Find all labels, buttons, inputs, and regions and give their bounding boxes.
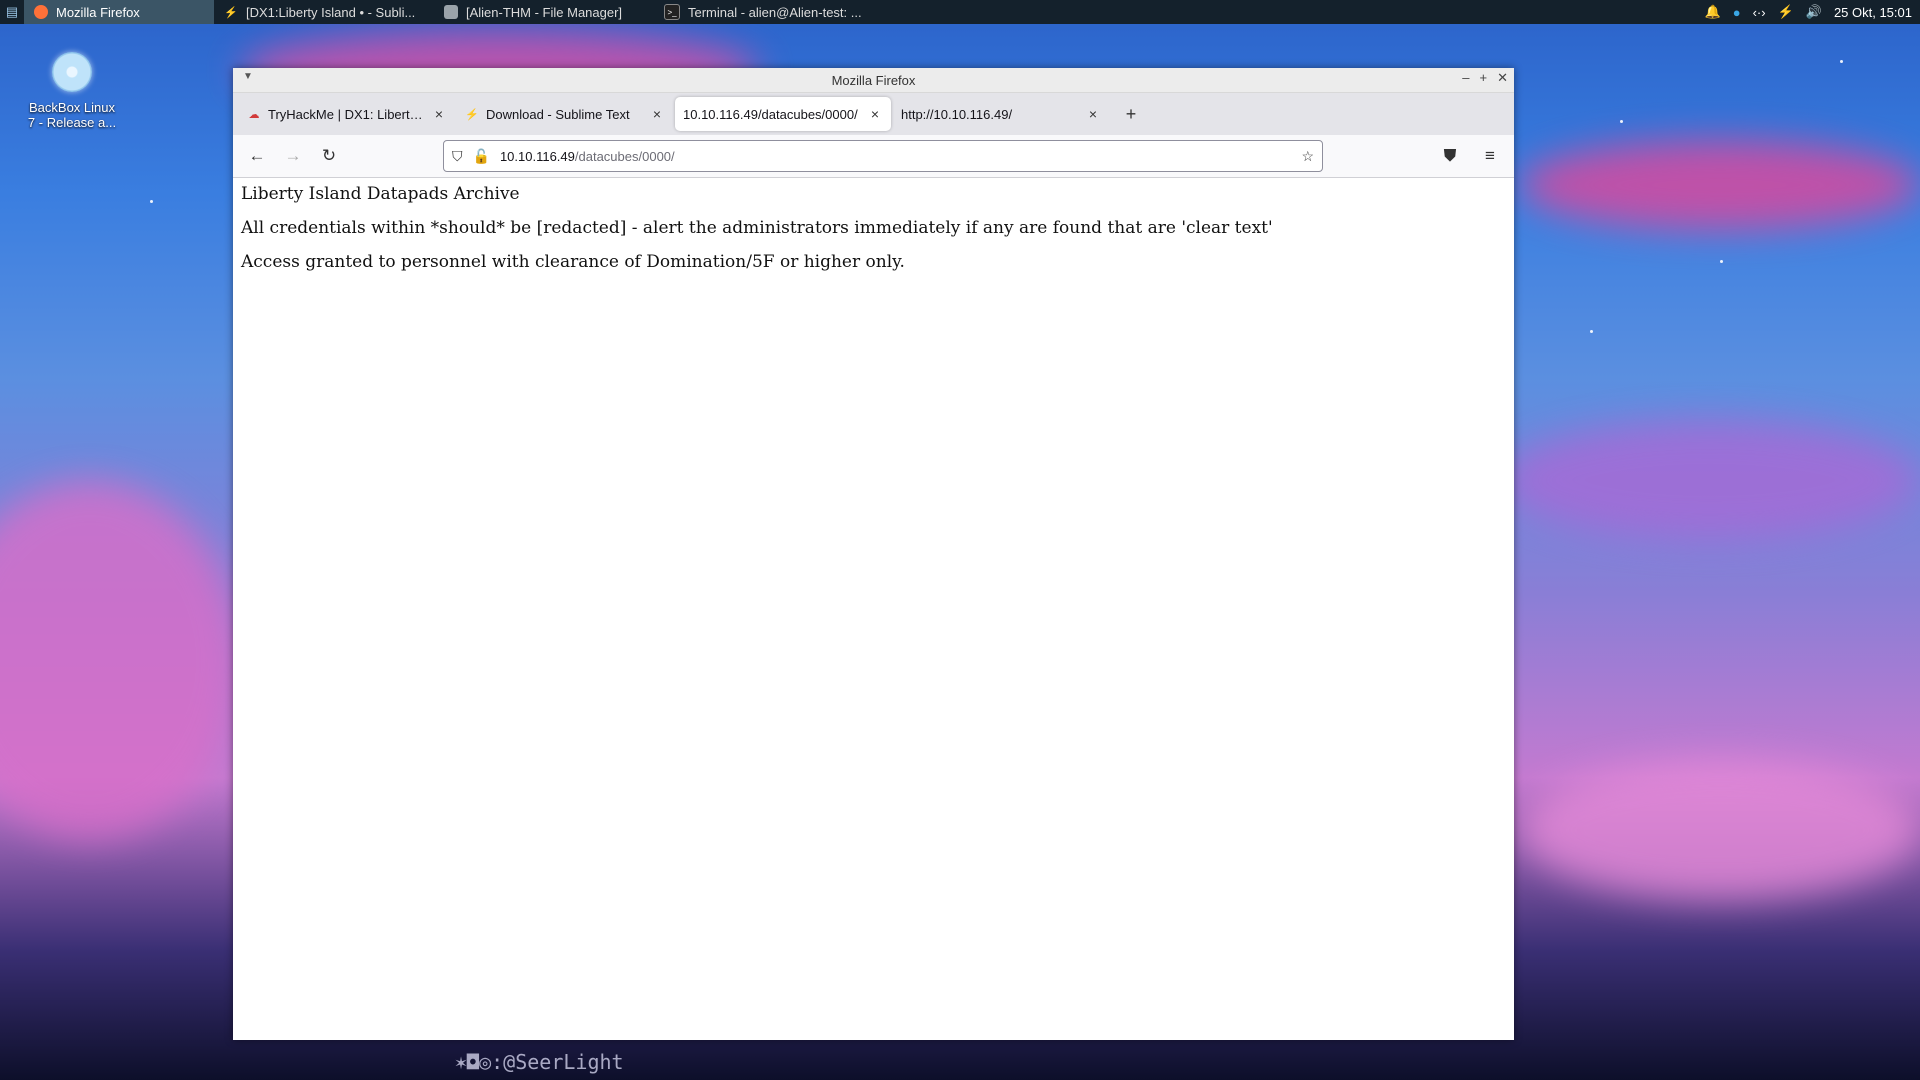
tab-title: http://10.10.116.49/ [901, 106, 1013, 122]
firefox-icon [34, 5, 48, 19]
star [1840, 60, 1843, 63]
tab-title: Download - Sublime Text [486, 106, 630, 122]
task-label: Mozilla Firefox [56, 4, 140, 20]
tab-title: 10.10.116.49/datacubes/0000/ [683, 106, 858, 122]
telegram-icon[interactable]: ● [1733, 5, 1741, 20]
sky-streak [1500, 420, 1920, 540]
url-text[interactable]: 10.10.116.49/datacubes/0000/ [500, 149, 1292, 164]
tab-close-icon[interactable]: × [1085, 106, 1101, 122]
page-line-access: Access granted to personnel with clearan… [241, 252, 905, 272]
page-line-credentials: All credentials within *should* be [reda… [241, 218, 1273, 238]
tab-datacubes[interactable]: 10.10.116.49/datacubes/0000/ × [675, 97, 891, 131]
tab-close-icon[interactable]: × [867, 106, 883, 122]
bookmark-star-icon[interactable]: ☆ [1301, 148, 1314, 165]
star [1590, 330, 1593, 333]
insecure-lock-icon[interactable]: 🔓 [473, 148, 490, 165]
desktop-icon-backbox[interactable]: BackBox Linux 7 - Release a... [22, 52, 122, 130]
tab-bar: ☁ TryHackMe | DX1: Liberty Isla × ⚡ Down… [233, 93, 1514, 135]
maximize-icon[interactable]: + [1480, 70, 1488, 86]
sublime-icon: ⚡ [224, 6, 238, 19]
pocket-icon[interactable]: ⛊ [1434, 140, 1466, 172]
new-tab-button[interactable]: + [1117, 100, 1145, 128]
power-icon[interactable]: ⚡ [1778, 4, 1794, 20]
task-label: [Alien-THM - File Manager] [466, 4, 623, 20]
cherry-tree [0, 480, 240, 840]
shield-icon[interactable]: ⛉ [452, 148, 463, 165]
window-title: Mozilla Firefox [831, 72, 916, 88]
page-content: Liberty Island Datapads Archive All cred… [233, 178, 1514, 292]
minimize-icon[interactable]: – [1462, 70, 1469, 86]
applications-menu-icon[interactable]: ▤ [0, 0, 24, 24]
hamburger-menu-icon[interactable]: ≡ [1474, 140, 1506, 172]
url-path: /datacubes/0000/ [574, 148, 675, 164]
clock[interactable]: 25 Okt, 15:01 [1834, 5, 1912, 20]
taskbar-item-sublime[interactable]: ⚡ [DX1:Liberty Island • - Subli... [214, 0, 434, 24]
system-tray: 🔔 ● ‹·› ⚡ 🔊 25 Okt, 15:01 [1705, 4, 1920, 20]
forward-button[interactable]: → [277, 140, 309, 172]
navigation-toolbar: ← → ↻ ⛉ 🔓 10.10.116.49/datacubes/0000/ ☆… [233, 135, 1514, 178]
watermark-text: @SeerLight [503, 1050, 624, 1074]
reload-button[interactable]: ↻ [313, 140, 345, 172]
network-icon[interactable]: ‹·› [1753, 5, 1766, 20]
top-panel: ▤ Mozilla Firefox ⚡ [DX1:Liberty Island … [0, 0, 1920, 24]
taskbar-item-terminal[interactable]: >_ Terminal - alien@Alien-test: ... [654, 0, 884, 24]
close-icon[interactable]: ✕ [1497, 70, 1508, 86]
folder-icon [444, 5, 458, 19]
firefox-window: ▼ Mozilla Firefox – + ✕ ☁ TryHackMe | DX… [233, 68, 1514, 1040]
terminal-icon: >_ [664, 4, 680, 20]
tryhackme-icon: ☁ [248, 108, 260, 121]
tab-sublime-download[interactable]: ⚡ Download - Sublime Text × [457, 97, 673, 131]
window-titlebar[interactable]: ▼ Mozilla Firefox – + ✕ [233, 68, 1514, 93]
tab-close-icon[interactable]: × [649, 106, 665, 122]
tab-close-icon[interactable]: × [431, 106, 447, 122]
task-label: Terminal - alien@Alien-test: ... [688, 4, 862, 20]
back-button[interactable]: ← [241, 140, 273, 172]
sublime-icon: ⚡ [465, 108, 479, 121]
taskbar-item-firefox[interactable]: Mozilla Firefox [24, 0, 214, 24]
tab-root[interactable]: http://10.10.116.49/ × [893, 97, 1109, 131]
star [150, 200, 153, 203]
tab-tryhackme[interactable]: ☁ TryHackMe | DX1: Liberty Isla × [239, 97, 455, 131]
tab-title: TryHackMe | DX1: Liberty Isla [268, 106, 424, 122]
url-host: 10.10.116.49 [499, 148, 575, 164]
task-label: [DX1:Liberty Island • - Subli... [246, 4, 416, 20]
star [1720, 260, 1723, 263]
url-bar[interactable]: ⛉ 🔓 10.10.116.49/datacubes/0000/ ☆ [443, 140, 1323, 172]
volume-icon[interactable]: 🔊 [1806, 4, 1822, 20]
taskbar-item-file-manager[interactable]: [Alien-THM - File Manager] [434, 0, 654, 24]
disc-icon [52, 52, 92, 92]
desktop-icon-label-line2: 7 - Release a... [27, 115, 117, 130]
page-heading: Liberty Island Datapads Archive [241, 184, 520, 204]
watermark: ✶◘◎:@SeerLight [455, 1050, 624, 1074]
window-menu-icon[interactable]: ▼ [243, 71, 253, 82]
city-glow [1520, 760, 1920, 900]
notification-bell-icon[interactable]: 🔔 [1705, 4, 1721, 20]
desktop-icon-label-line1: BackBox Linux [29, 100, 115, 115]
sky-streak [1520, 140, 1920, 230]
star [1620, 120, 1623, 123]
